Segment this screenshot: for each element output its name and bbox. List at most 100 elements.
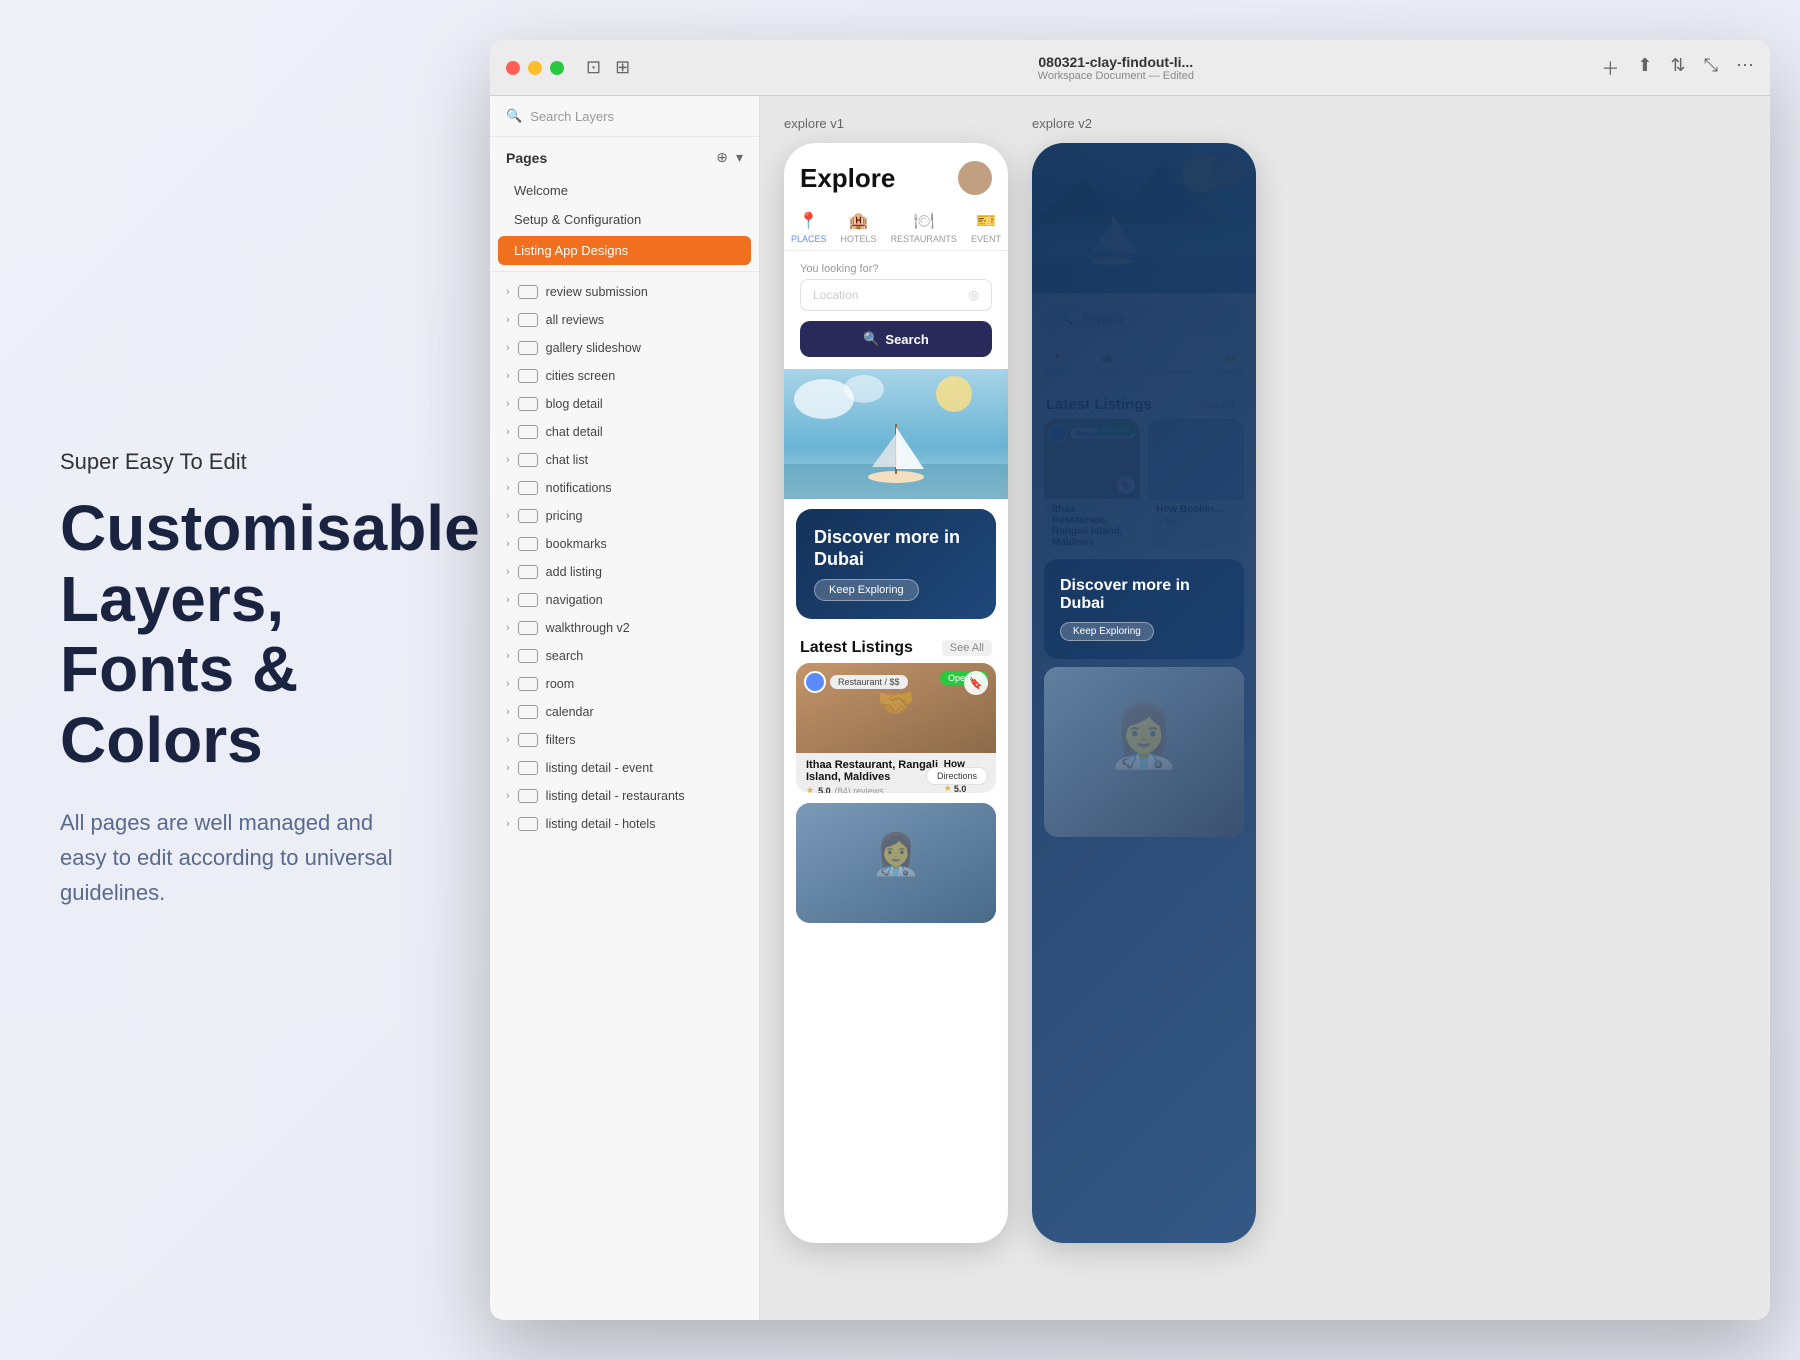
keep-exploring-button[interactable]: Keep Exploring [814,579,919,601]
layer-add-listing[interactable]: › add listing [490,558,759,586]
layer-room[interactable]: › room [490,670,759,698]
layer-listing-detail-restaurants[interactable]: › listing detail - restaurants [490,782,759,810]
places-icon: 📍 [799,211,819,231]
chevron-icon: › [506,818,510,830]
explore-v2-label: explore v2 [1032,116,1256,131]
frame-layer-icon [518,621,538,635]
location-input[interactable]: Location ◎ [800,279,992,311]
layer-cities-screen[interactable]: › cities screen [490,362,759,390]
tab-restaurants[interactable]: 🍽 RESTAURANTS [891,211,957,244]
chevron-icon: › [506,482,510,494]
frame-layer-icon [518,509,538,523]
layer-review-submission[interactable]: › review submission [490,278,759,306]
layer-all-reviews[interactable]: › all reviews [490,306,759,334]
svg-text:👩‍⚕️: 👩‍⚕️ [1107,702,1182,771]
frame-layer-icon [518,453,538,467]
chevron-down-icon[interactable]: ▾ [736,149,743,166]
chevron-icon: › [506,706,510,718]
chevron-icon: › [506,678,510,690]
layer-pricing[interactable]: › pricing [490,502,759,530]
explore-header: Explore [784,143,1008,205]
layer-chat-list[interactable]: › chat list [490,446,759,474]
chevron-icon: › [506,342,510,354]
grid-icon[interactable]: ⊞ [615,57,630,78]
page-item-welcome[interactable]: Welcome [490,176,759,205]
frame-layer-icon [518,705,538,719]
frame-layer-icon [518,817,538,831]
review-count: (84) reviews [835,786,884,794]
add-page-icon[interactable]: ⊕ [716,149,728,166]
maximize-button[interactable] [550,61,564,75]
tab-event[interactable]: 🎫 EVENT [971,211,1001,244]
svg-text:👩‍⚕️: 👩‍⚕️ [871,831,921,877]
frame-layer-icon [518,369,538,383]
tab-places[interactable]: 📍 PLACES [791,211,827,244]
layer-label: gallery slideshow [546,341,743,355]
frame-layer-icon [518,397,538,411]
share-icon[interactable]: ⬆ [1637,55,1652,81]
layer-listing-detail-hotels[interactable]: › listing detail - hotels [490,810,759,838]
layer-gallery-slideshow[interactable]: › gallery slideshow [490,334,759,362]
v2-keep-exploring-button[interactable]: Keep Exploring [1060,622,1154,641]
traffic-lights [506,61,564,75]
phone-v1: Explore 📍 PLACES 🏨 HOTELS [784,143,1008,1243]
arrange-icon[interactable]: ⇅ [1671,55,1686,81]
chevron-icon: › [506,762,510,774]
layer-filters[interactable]: › filters [490,726,759,754]
frame-layer-icon [518,341,538,355]
titlebar-center: 080321-clay-findout-li... Workspace Docu… [640,54,1591,82]
frame-layer-icon [518,313,538,327]
more-icon[interactable]: ⋯ [1736,55,1754,81]
zoom-icon[interactable]: ⤡ [1704,55,1718,81]
frame-layer-icon [518,537,538,551]
layer-listing-detail-event[interactable]: › listing detail - event [490,754,759,782]
hotels-icon: 🏨 [849,211,869,231]
tab-hotels[interactable]: 🏨 HOTELS [841,211,877,244]
explore-title: Explore [800,163,895,194]
plus-icon[interactable]: ＋ [1601,55,1619,81]
titlebar: ⊡ ⊞ 080321-clay-findout-li... Workspace … [490,40,1770,96]
chevron-icon: › [506,454,510,466]
chevron-icon: › [506,398,510,410]
layer-blog-detail[interactable]: › blog detail [490,390,759,418]
layer-label: calendar [546,705,743,719]
promo-card: Discover more in Dubai Keep Exploring [796,509,996,619]
v2-promo-title: Discover more in Dubai [1060,577,1228,613]
content-area: explore v1 Explore 📍 PLACES � [760,96,1770,1320]
frame-layer-icon [518,425,538,439]
headline: Customisable Layers, Fonts & Colors [60,493,420,775]
layer-navigation[interactable]: › navigation [490,586,759,614]
minimize-button[interactable] [528,61,542,75]
avatar-sm [804,671,826,693]
bookmark-icon[interactable]: 🔖 [964,671,988,695]
layer-bookmarks[interactable]: › bookmarks [490,530,759,558]
medical-card: 👩‍⚕️ [796,803,996,923]
search-label: Search Layers [530,109,614,124]
frame-icon[interactable]: ⊡ [586,57,601,78]
layer-walkthrough-v2[interactable]: › walkthrough v2 [490,614,759,642]
frame-layer-icon [518,649,538,663]
chevron-icon: › [506,370,510,382]
layer-label: review submission [546,285,743,299]
close-button[interactable] [506,61,520,75]
page-item-listing[interactable]: Listing App Designs [498,236,751,265]
doc-title: 080321-clay-findout-li... [1038,54,1193,70]
avatar [958,161,992,195]
layer-chat-detail[interactable]: › chat detail [490,418,759,446]
see-all-button[interactable]: See All [942,640,992,656]
tab-label: PLACES [791,234,827,244]
explore-v1-section: explore v1 Explore 📍 PLACES � [784,116,1008,1300]
page-item-setup[interactable]: Setup & Configuration [490,205,759,234]
v2-promo-card: Discover more in Dubai Keep Exploring [1044,559,1244,659]
tab-label: RESTAURANTS [891,234,957,244]
search-box[interactable]: 🔍 Search Layers [506,108,743,124]
layer-label: notifications [546,481,743,495]
layer-calendar[interactable]: › calendar [490,698,759,726]
layer-notifications[interactable]: › notifications [490,474,759,502]
search-button[interactable]: 🔍 Search [800,321,992,357]
event-icon: 🎫 [976,211,996,231]
layer-search[interactable]: › search [490,642,759,670]
chevron-icon: › [506,790,510,802]
hero-image [784,369,1008,499]
directions-button[interactable]: Directions [926,767,988,785]
